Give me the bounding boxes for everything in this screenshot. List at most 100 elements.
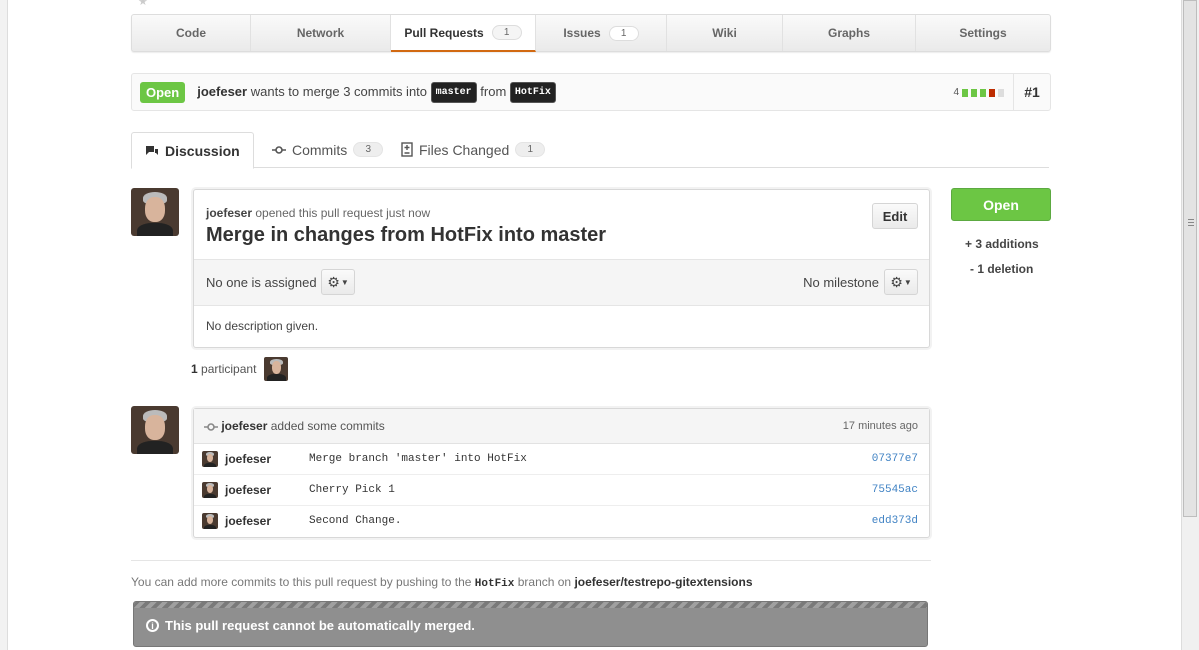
repo-nav: Code Network Pull Requests 1 Issues 1 Wiki… [131,14,1051,52]
nav-settings-label: Settings [959,26,1007,40]
open-state-button[interactable]: Open [951,188,1051,221]
diffstat-block-add [980,88,986,97]
commit-sha[interactable]: 07377e7 [872,453,918,465]
participants-text: participant [201,362,257,376]
milestone-gear-button[interactable]: ⚙ ▼ [884,269,918,295]
commit-avatar[interactable] [202,513,218,529]
nav-wiki[interactable]: Wiki [667,15,783,51]
commits-header-label: joefeser added some commits [204,419,385,433]
diffstat: 4 [953,87,1004,98]
commit-message[interactable]: Second Change. [309,515,401,527]
commit-author[interactable]: joefeser [225,452,271,466]
pr-tabs: Discussion Commits 3 Files Changed 1 [131,132,1049,169]
commit-message[interactable]: Cherry Pick 1 [309,484,395,496]
avatar-face [271,361,282,374]
chevron-down-icon: ▼ [340,277,349,287]
tab-commits-count: 3 [353,142,384,157]
nav-network[interactable]: Network [251,15,391,51]
chevron-down-icon: ▼ [903,277,912,287]
commit-row: joefeser Merge branch 'master' into HotF… [194,444,929,475]
avatar-shirt [136,222,174,236]
commits-author-link[interactable]: joefeser [221,419,267,433]
commit-message[interactable]: Merge branch 'master' into HotFix [309,453,527,465]
avatar-face [206,453,214,463]
file-diff-icon [401,142,413,157]
avatar-shirt [267,374,286,381]
assignee-milestone-row: No one is assigned ⚙ ▼ No milestone ⚙ ▼ [194,259,929,306]
gear-icon: ⚙ [327,273,340,290]
nav-pull-requests[interactable]: Pull Requests 1 [391,15,536,52]
tab-commits[interactable]: Commits 3 [272,132,384,167]
nav-code[interactable]: Code [132,15,251,51]
avatar-shirt [203,524,217,529]
participant-avatar[interactable] [264,357,289,381]
nav-issues-count: 1 [608,25,639,41]
avatar-face [206,515,214,525]
tab-discussion[interactable]: Discussion [131,132,254,169]
speech-bubbles-icon [146,145,158,155]
milestone-text: No milestone [803,275,879,290]
star-icon: ★ [138,0,148,8]
scrollbar-thumb[interactable] [1183,0,1197,517]
diffstat-block-neutral [998,88,1004,97]
edit-button[interactable]: Edit [872,203,918,229]
discussion-author-link[interactable]: joefeser [206,206,252,220]
nav-pull-requests-count: 1 [491,25,522,40]
tab-files-changed-label: Files Changed [419,141,510,158]
commits-action: added some commits [270,419,385,433]
opened-text: opened this pull request just now [255,206,431,220]
gear-icon: ⚙ [890,273,903,290]
assignee-gear-button[interactable]: ⚙ ▼ [321,269,355,295]
nav-graphs[interactable]: Graphs [783,15,916,51]
commit-avatar[interactable] [202,482,218,498]
diffstat-block-add [962,88,968,97]
avatar-face [206,484,214,494]
commit-sha[interactable]: 75545ac [872,484,918,496]
additions-stat: + 3 additions [965,237,1039,251]
base-branch-label: master [430,81,477,103]
pr-meta-text-2: from [480,83,507,99]
commit-row: joefeser Cherry Pick 1 75545ac [194,475,929,506]
opened-line: joefeser opened this pull request just n… [206,206,430,220]
discussion-box: joefeser opened this pull request just n… [193,189,930,348]
commits-box: joefeser added some commits 17 minutes a… [193,408,930,538]
push-hint: You can add more commits to this pull re… [131,575,753,590]
pr-meta: joefeser wants to merge 3 commits into m… [197,81,556,103]
window-left-border [0,0,8,650]
hint-prefix: You can add more commits to this pull re… [131,575,472,589]
commit-sha[interactable]: edd373d [872,515,918,527]
avatar[interactable] [131,406,179,454]
pr-title: Merge in changes from HotFix into master [206,224,607,246]
commit-icon [204,423,218,431]
avatar-shirt [203,462,217,467]
commits-header: joefeser added some commits 17 minutes a… [194,409,929,444]
additions-text: + 3 additions [965,237,1039,251]
scrollbar-grip[interactable] [1188,219,1194,226]
avatar-shirt [136,440,174,454]
info-icon: i [146,619,159,632]
diffstat-block-add [971,88,977,97]
commit-author[interactable]: joefeser [225,514,271,528]
tab-files-changed[interactable]: Files Changed 1 [401,132,546,167]
head-branch-label: HotFix [509,81,556,103]
tab-discussion-label: Discussion [165,142,240,159]
commit-author[interactable]: joefeser [225,483,271,497]
vertical-scrollbar[interactable] [1181,0,1199,650]
tab-commits-label: Commits [292,141,348,158]
nav-code-label: Code [176,26,206,40]
commit-avatar[interactable] [202,451,218,467]
pr-header: Open joefeser wants to merge 3 commits i… [131,73,1051,111]
nav-issues[interactable]: Issues 1 [536,15,667,51]
commit-row: joefeser Second Change. edd373d [194,506,929,536]
hint-middle: branch on [517,575,572,589]
participants: 1 participant [191,357,289,381]
assignee-text: No one is assigned [206,275,317,290]
avatar[interactable] [131,188,179,236]
nav-settings[interactable]: Settings [916,15,1050,51]
pr-author-link[interactable]: joefeser [197,83,247,98]
nav-network-label: Network [296,26,345,40]
divider [131,560,931,561]
participants-label: 1 participant [191,362,256,376]
avatar-face [145,414,165,440]
hint-repo-link[interactable]: joefeser/testrepo-gitextensions [574,575,752,589]
